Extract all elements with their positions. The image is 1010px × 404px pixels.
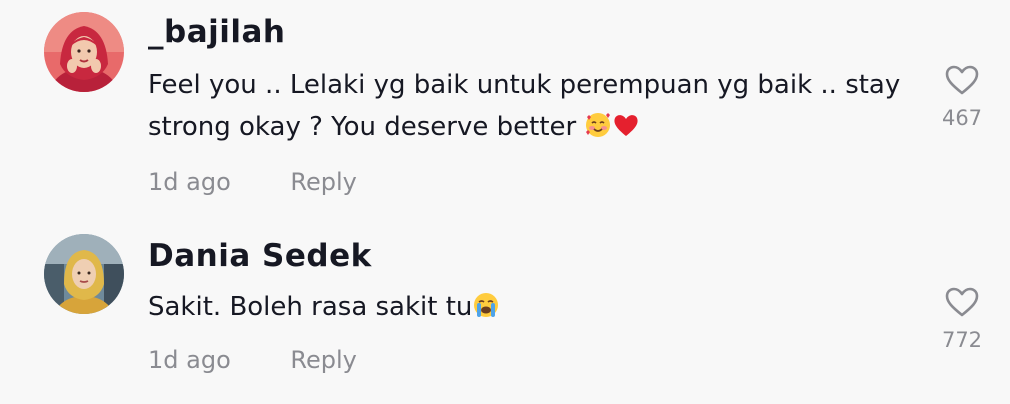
comment-text-content: Feel you .. Lelaki yg baik untuk perempu… bbox=[148, 70, 901, 142]
comment-meta: 1d ago Reply bbox=[148, 346, 357, 374]
red-heart-icon bbox=[612, 110, 640, 152]
comment-username[interactable]: Dania Sedek bbox=[148, 238, 372, 274]
comment-timestamp: 1d ago bbox=[148, 346, 231, 374]
reply-button[interactable]: Reply bbox=[290, 168, 356, 196]
comment-text: Feel you .. Lelaki yg baik untuk perempu… bbox=[148, 64, 918, 152]
comment-timestamp: 1d ago bbox=[148, 168, 231, 196]
comment-item: _bajilah Feel you .. Lelaki yg baik untu… bbox=[0, 0, 1010, 210]
reply-button[interactable]: Reply bbox=[290, 346, 356, 374]
comment-text: Sakit. Boleh rasa sakit tu bbox=[148, 286, 918, 332]
loudly-crying-face-icon bbox=[472, 290, 500, 332]
heart-outline-icon bbox=[945, 287, 979, 317]
comment-username[interactable]: _bajilah bbox=[148, 14, 285, 50]
smiling-face-with-hearts-icon bbox=[584, 110, 612, 152]
avatar[interactable] bbox=[44, 234, 124, 314]
avatar-photo-icon bbox=[44, 12, 124, 92]
comment-meta: 1d ago Reply bbox=[148, 168, 357, 196]
like-count: 772 bbox=[941, 328, 983, 352]
comment-text-content: Sakit. Boleh rasa sakit tu bbox=[148, 292, 473, 322]
heart-outline-icon bbox=[945, 65, 979, 95]
avatar-photo-icon bbox=[44, 234, 124, 314]
comment-item: Dania Sedek Sakit. Boleh rasa sakit tu 1… bbox=[0, 210, 1010, 404]
like-button[interactable]: 772 bbox=[930, 286, 994, 352]
like-count: 467 bbox=[941, 106, 983, 130]
like-button[interactable]: 467 bbox=[930, 64, 994, 130]
avatar[interactable] bbox=[44, 12, 124, 92]
